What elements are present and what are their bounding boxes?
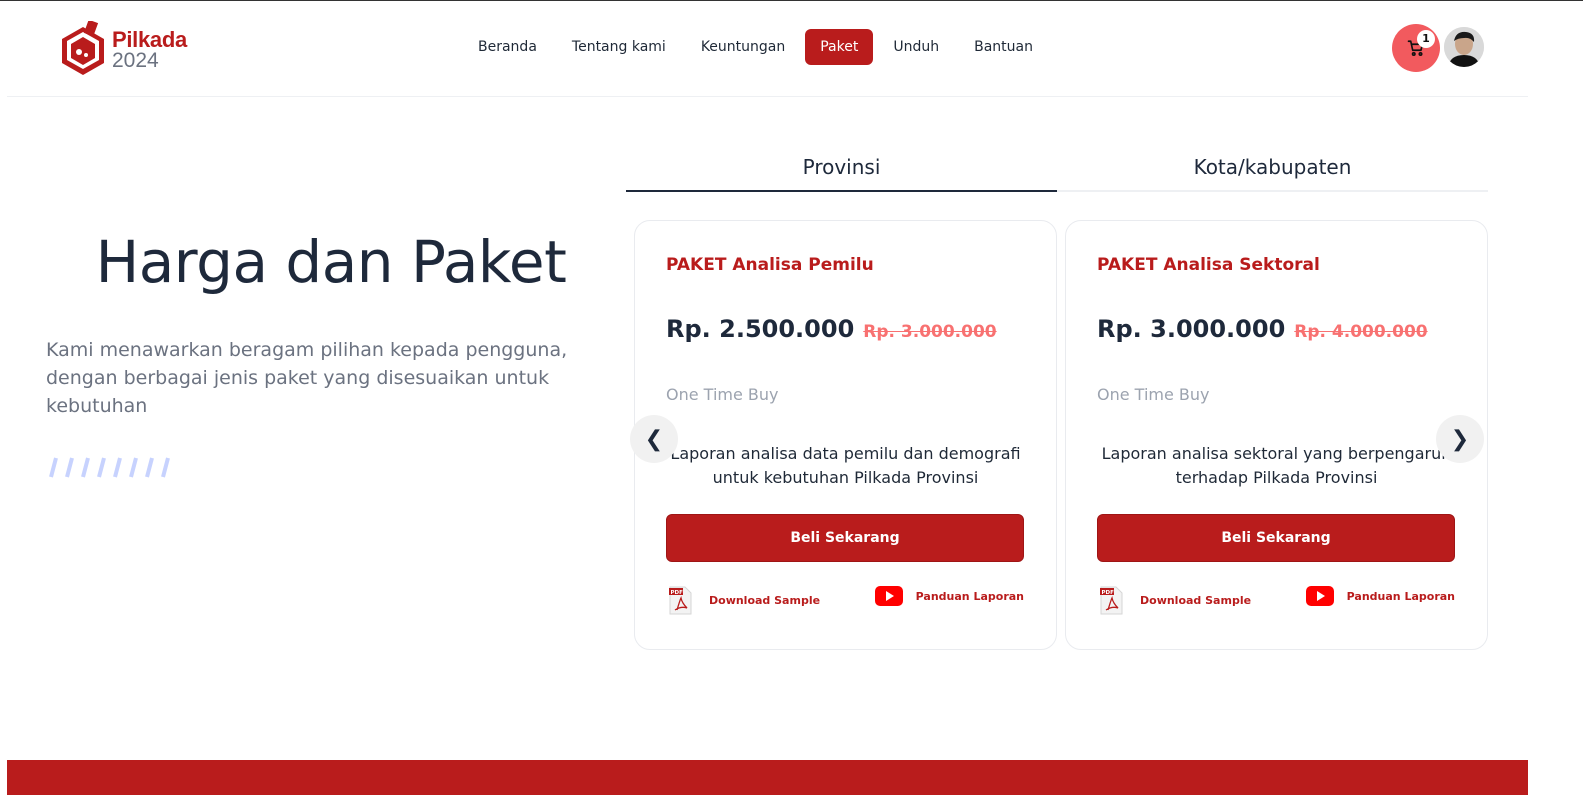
carousel-prev-button[interactable]: ❮ — [630, 415, 678, 463]
avatar-image — [1444, 27, 1484, 67]
download-sample-link[interactable]: PDF Download Sample — [666, 586, 820, 615]
package-description: Laporan analisa data pemilu dan demograf… — [670, 444, 1021, 487]
package-buy-type: One Time Buy — [666, 385, 779, 404]
site-header: Pilkada 2024 Beranda Tentang kami Keuntu… — [7, 1, 1528, 97]
package-price: Rp. 2.500.000 — [666, 315, 855, 343]
decorative-stripes — [49, 457, 170, 478]
package-old-price: Rp. 3.000.000 — [863, 322, 997, 342]
brand-year: 2024 — [112, 49, 159, 72]
page-description: Kami menawarkan beragam pilihan kepada p… — [46, 339, 568, 417]
package-buy-type: One Time Buy — [1097, 385, 1210, 404]
nav-item-paket[interactable]: Paket — [805, 29, 874, 65]
youtube-icon — [874, 586, 903, 606]
carousel-next-button[interactable]: ❯ — [1436, 415, 1484, 463]
package-links: PDF Download Sample Panduan Laporan — [666, 586, 1024, 616]
download-sample-label: Download Sample — [1140, 594, 1252, 607]
panduan-laporan-label: Panduan Laporan — [1346, 589, 1455, 603]
nav-item-tentang-kami[interactable]: Tentang kami — [557, 29, 681, 65]
nav-item-bantuan[interactable]: Bantuan — [959, 29, 1048, 65]
brand-logo[interactable]: Pilkada 2024 — [60, 21, 210, 77]
tab-provinsi[interactable]: Provinsi — [626, 145, 1057, 192]
youtube-icon — [1305, 586, 1334, 606]
package-card-analisa-pemilu: PAKET Analisa Pemilu Rp. 2.500.000 Rp. 3… — [634, 220, 1057, 650]
nav-item-unduh[interactable]: Unduh — [878, 29, 954, 65]
user-avatar[interactable] — [1444, 27, 1484, 67]
ballot-box-icon — [62, 21, 104, 75]
price-row: Rp. 3.000.000 Rp. 4.000.000 — [1097, 315, 1428, 343]
tab-kota-kabupaten[interactable]: Kota/kabupaten — [1057, 145, 1488, 190]
cart-count-badge: 1 — [1417, 30, 1435, 48]
package-description: Laporan analisa sektoral yang berpengaru… — [1101, 444, 1452, 487]
svg-text:PDF: PDF — [1102, 590, 1115, 596]
nav-item-beranda[interactable]: Beranda — [463, 29, 552, 65]
buy-now-button[interactable]: Beli Sekarang — [666, 514, 1024, 562]
nav-item-keuntungan[interactable]: Keuntungan — [686, 29, 800, 65]
package-links: PDF Download Sample Panduan Laporan — [1097, 586, 1455, 616]
package-old-price: Rp. 4.000.000 — [1294, 322, 1428, 342]
panduan-laporan-label: Panduan Laporan — [915, 589, 1024, 603]
cart-button[interactable]: 1 — [1392, 24, 1440, 72]
package-price: Rp. 3.000.000 — [1097, 315, 1286, 343]
brand-name: Pilkada — [112, 27, 187, 52]
package-region-tabs: Provinsi Kota/kabupaten — [626, 145, 1488, 192]
buy-now-button[interactable]: Beli Sekarang — [1097, 514, 1455, 562]
pdf-icon: PDF — [1100, 586, 1123, 615]
main-nav: Beranda Tentang kami Keuntungan Paket Un… — [463, 29, 1053, 65]
panduan-laporan-link[interactable]: Panduan Laporan — [1305, 586, 1455, 606]
footer-bar — [7, 760, 1528, 795]
download-sample-link[interactable]: PDF Download Sample — [1097, 586, 1251, 615]
download-sample-label: Download Sample — [709, 594, 821, 607]
price-row: Rp. 2.500.000 Rp. 3.000.000 — [666, 315, 997, 343]
page-title: Harga dan Paket — [95, 228, 567, 296]
package-card-analisa-sektoral: PAKET Analisa Sektoral Rp. 3.000.000 Rp.… — [1065, 220, 1488, 650]
panduan-laporan-link[interactable]: Panduan Laporan — [874, 586, 1024, 606]
svg-text:PDF: PDF — [671, 590, 684, 596]
package-title: PAKET Analisa Sektoral — [1097, 255, 1320, 275]
package-title: PAKET Analisa Pemilu — [666, 255, 874, 275]
pdf-icon: PDF — [669, 586, 692, 615]
